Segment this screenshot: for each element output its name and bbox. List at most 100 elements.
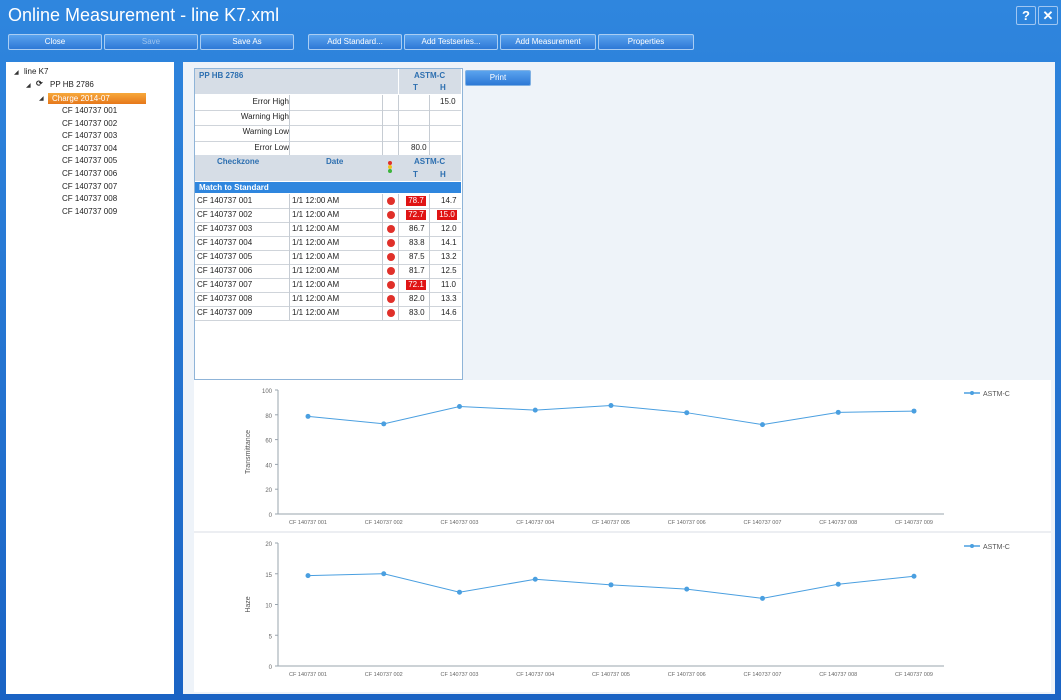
add-testseries-button[interactable]: Add Testseries... [404,34,498,50]
status-dot [387,239,395,247]
measurement-grid: PP HB 2786 ASTM-C T H Error High 15.0 Warn… [194,68,463,380]
data-point [911,408,917,414]
x-tick-label: CF 140737 008 [819,672,857,678]
x-tick-label: CF 140737 008 [819,520,857,526]
date-cell: 1/1 12:00 AM [292,238,340,247]
status-dot [387,253,395,261]
y-tick-label: 15 [265,573,272,579]
data-point [684,410,690,416]
checkzone-cell: CF 140737 002 [197,210,253,219]
data-point [835,409,841,415]
charts-area: 0 20 40 60 80 100 Transmittance CF 140737 001 CF… [194,380,1051,692]
tree-item-zone[interactable]: CF 140737 005 [62,156,117,165]
row-divider [195,222,461,223]
tree-item-charge[interactable]: Charge 2014-07 [48,93,146,104]
x-tick-label: CF 140737 001 [289,520,327,526]
save-button[interactable]: Save [104,34,198,50]
data-point [684,586,690,592]
h-cell: 14.7 [441,196,457,205]
standard-name: PP HB 2786 [199,71,244,80]
x-tick-label: CF 140737 002 [365,672,403,678]
x-tick-label: CF 140737 002 [365,520,403,526]
t-cell-error: 72.7 [406,210,426,220]
status-dot [387,225,395,233]
h-cell: 14.6 [441,308,457,317]
tree-item-zone[interactable]: CF 140737 001 [62,106,117,115]
properties-button[interactable]: Properties [598,34,694,50]
expand-arrow-icon[interactable]: ◢ [26,82,31,89]
series-line [307,404,915,426]
limit-label: Warning Low [242,127,289,137]
data-point [911,573,917,579]
row-divider [195,125,461,127]
main-area: PP HB 2786 ASTM-C T H Error High 15.0 Warn… [183,62,1055,694]
data-point [760,422,765,428]
x-tick-label: CF 140737 005 [592,672,630,678]
expand-arrow-icon[interactable]: ◢ [39,95,44,102]
row-divider [195,110,461,112]
date-cell: 1/1 12:00 AM [292,224,340,233]
col-divider [382,95,383,155]
add-measurement-button[interactable]: Add Measurement [500,34,596,50]
y-tick-label: 80 [265,414,272,420]
col-divider [289,95,290,155]
tree-item-zone[interactable]: CF 140737 008 [62,194,117,203]
print-button[interactable]: Print [465,70,531,86]
t-cell: 83.0 [409,308,425,317]
y-tick-label: 20 [265,488,272,494]
legend-label: ASTM-C [983,391,1010,398]
tree-item-zone[interactable]: CF 140737 002 [62,119,117,128]
row-divider [195,250,461,251]
t-cell-error: 72.1 [406,280,426,290]
tree-item-zone[interactable]: CF 140737 006 [62,169,117,178]
status-dot [387,211,395,219]
y-tick-label: 60 [265,439,272,445]
data-point [760,595,765,601]
row-divider [195,306,461,307]
window-close-button[interactable]: ✕ [1038,6,1058,25]
checkzone-cell: CF 140737 006 [197,266,253,275]
y-axis-label: Haze [245,596,252,612]
status-dot [387,295,395,303]
date-cell: 1/1 12:00 AM [292,210,340,219]
row-divider [195,292,461,293]
t-cell-error: 78.7 [406,196,426,206]
col-divider [398,95,399,155]
close-button[interactable]: Close [8,34,102,50]
date-cell: 1/1 12:00 AM [292,280,340,289]
col-divider [429,95,430,155]
help-button[interactable]: ? [1016,6,1036,25]
row-divider [195,140,461,142]
tree-item-standard[interactable]: PP HB 2786 [50,80,94,89]
standard-icon: ⟳ [36,79,43,88]
data-point [381,421,387,427]
tree-item-zone[interactable]: CF 140737 007 [62,182,117,191]
charts-svg: 020406080100TransmittanceCF 140737 001 CF… [194,389,1051,678]
tree-item-zone[interactable]: CF 140737 009 [62,207,117,216]
tree-item-zone[interactable]: CF 140737 003 [62,131,117,140]
col-h-header-2: H [440,170,446,179]
save-as-button[interactable]: Save As [200,34,294,50]
row-divider [195,278,461,279]
col-h-header: H [440,83,446,92]
data-point [457,403,462,409]
y-axis-label: Transmittance [245,430,252,474]
method-name: ASTM-C [414,71,446,80]
x-tick-label: CF 140737 009 [895,520,933,526]
col-divider [429,194,430,320]
add-standard-button[interactable]: Add Standard... [308,34,402,50]
limit-label: Error High [252,97,289,106]
col-checkzone-header: Checkzone [217,157,260,166]
y-tick-label: 100 [262,389,273,395]
x-tick-label: CF 140737 004 [516,672,554,678]
tree-item-zone[interactable]: CF 140737 004 [62,144,117,153]
checkzone-cell: CF 140737 009 [197,308,253,317]
tree-item-line[interactable]: line K7 [24,67,48,76]
limit-label: Warning High [240,112,289,122]
method-name-2: ASTM-C [414,157,446,166]
expand-arrow-icon[interactable]: ◢ [14,69,19,76]
h-cell: 11.0 [441,280,456,289]
data-point [608,582,614,588]
date-cell: 1/1 12:00 AM [292,308,340,317]
date-cell: 1/1 12:00 AM [292,294,340,303]
